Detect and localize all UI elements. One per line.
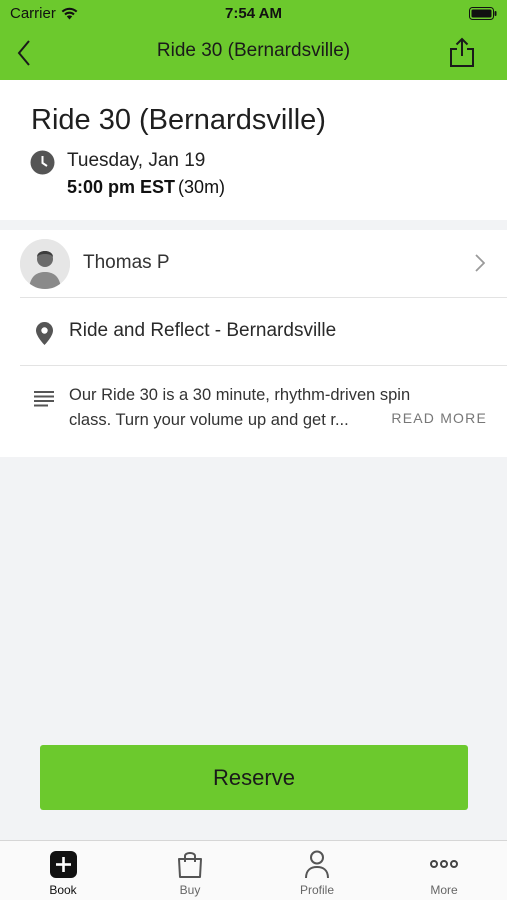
chevron-left-icon [17,40,30,66]
read-more-link[interactable]: READ MORE [391,410,487,426]
class-title: Ride 30 (Bernardsville) [31,104,326,136]
tab-more[interactable]: More [381,841,507,900]
navigation-bar: Ride 30 (Bernardsville) [0,28,507,80]
class-details: Thomas P Ride and Reflect - Bernardsvill… [0,230,507,457]
header-bar: Carrier 7:54 AM Ride 30 (Bernardsville) [0,0,507,80]
location-pin-icon [36,322,53,345]
text-lines-icon [34,391,54,407]
tab-label: Profile [299,883,334,897]
carrier-label: Carrier [10,5,56,22]
back-button[interactable] [8,36,40,70]
status-bar: Carrier 7:54 AM [0,0,507,28]
share-icon [450,37,474,67]
tab-label: More [430,883,458,897]
description-row: Our Ride 30 is a 30 minute, rhythm-drive… [20,366,507,457]
tab-profile[interactable]: Profile [254,841,380,900]
tab-buy[interactable]: Buy [127,841,253,900]
chevron-right-icon [475,254,485,272]
plus-square-icon [49,850,77,878]
class-header-card: Ride 30 (Bernardsville) Tuesday, Jan 19 … [0,80,507,220]
nav-title: Ride 30 (Bernardsville) [156,40,351,61]
location-row: Ride and Reflect - Bernardsville [20,298,507,366]
class-time-line: 5:00 pm EST (30m) [67,177,225,198]
class-date: Tuesday, Jan 19 [67,150,206,171]
shopping-bag-icon [178,852,202,878]
tab-book[interactable]: Book [0,841,126,900]
wifi-icon [61,7,78,20]
share-button[interactable] [445,34,479,70]
avatar [20,238,70,289]
class-duration: (30m) [178,177,226,197]
person-icon [305,850,329,878]
carrier: Carrier [10,5,78,22]
ellipsis-icon [430,860,458,868]
instructor-name: Thomas P [83,252,170,273]
class-time: 5:00 pm EST [67,177,176,197]
instructor-row[interactable]: Thomas P [20,230,507,298]
reserve-button[interactable]: Reserve [40,745,468,810]
tab-label: Buy [179,883,201,897]
location-name: Ride and Reflect - Bernardsville [69,320,337,341]
battery-icon [469,7,497,24]
clock-icon [30,150,55,175]
tab-bar: Book Buy Profile More [0,840,507,900]
tab-label: Book [49,883,77,897]
